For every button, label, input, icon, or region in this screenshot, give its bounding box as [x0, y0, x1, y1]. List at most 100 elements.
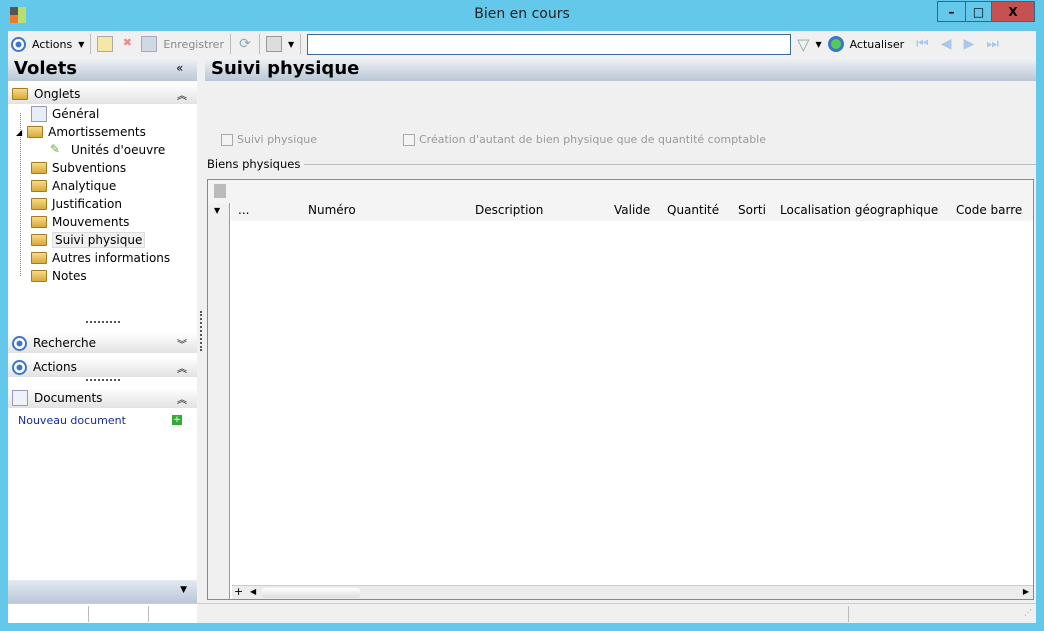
save-button[interactable]: Enregistrer: [163, 38, 224, 51]
group-label: Biens physiques: [207, 157, 305, 171]
add-document-icon[interactable]: +: [172, 415, 182, 425]
suivi-physique-checkbox[interactable]: Suivi physique: [221, 133, 317, 146]
splitter-handle[interactable]: [86, 321, 120, 323]
checkbox-label: Suivi physique: [237, 133, 318, 146]
folder-icon: [27, 126, 44, 138]
previous-record-icon[interactable]: ◀: [941, 36, 952, 52]
refresh-button[interactable]: Actualiser: [850, 38, 905, 51]
tree-item-mouvements[interactable]: Mouvements: [8, 213, 197, 231]
column-header[interactable]: Numéro: [308, 203, 356, 217]
splitter-handle[interactable]: [86, 379, 120, 381]
column-header[interactable]: Code barre: [956, 203, 1022, 217]
tree-item-subventions[interactable]: Subventions: [8, 159, 197, 177]
column-header[interactable]: Localisation géographique: [780, 203, 938, 217]
new-icon[interactable]: [97, 36, 114, 52]
folder-icon: [31, 180, 47, 192]
tree-item-analytique[interactable]: Analytique: [8, 177, 197, 195]
last-record-icon[interactable]: ⏭: [986, 36, 999, 52]
column-header[interactable]: Sorti: [738, 203, 766, 217]
scrollbar-thumb[interactable]: [262, 588, 360, 598]
search-section-icon: [12, 335, 27, 351]
checkbox-label: Création d'autant de bien physique que d…: [419, 133, 766, 146]
grid-header: ... Numéro Description Valide Quantité S…: [231, 203, 1033, 221]
horizontal-scrollbar[interactable]: + ◀ ▶: [232, 585, 1033, 599]
resize-grip-icon[interactable]: ⋰: [1024, 608, 1032, 617]
tree-item-notes[interactable]: Notes: [8, 267, 197, 285]
tree-label: Unités d'oeuvre: [71, 143, 166, 157]
tree-label: Suivi physique: [52, 232, 146, 248]
tree-label: Notes: [52, 269, 87, 283]
refresh-icon: [827, 36, 844, 52]
tree-item-suivi-physique[interactable]: Suivi physique: [8, 231, 197, 249]
minimize-button[interactable]: –: [937, 1, 966, 22]
tree-label: Général: [52, 107, 100, 121]
folder-icon: [31, 216, 47, 228]
new-document-link[interactable]: Nouveau document: [18, 414, 126, 427]
tree-label: Mouvements: [52, 215, 130, 229]
scroll-right-icon[interactable]: ▶: [1023, 587, 1029, 596]
search-header-label: Recherche: [33, 336, 97, 350]
folder-icon: [31, 198, 47, 210]
tree-item-autres[interactable]: Autres informations: [8, 249, 197, 267]
collapse-icon[interactable]: ︽: [177, 360, 187, 375]
panel-title: Volets: [8, 57, 197, 81]
column-chooser-icon[interactable]: ▼: [214, 206, 220, 215]
search-input[interactable]: [307, 33, 792, 55]
column-header[interactable]: Description: [475, 203, 543, 217]
actions-icon: [11, 36, 26, 52]
column-header[interactable]: Quantité: [667, 203, 719, 217]
panel-overflow-button[interactable]: ▼: [8, 580, 197, 603]
tools-icon: ✎: [50, 142, 61, 156]
actions-menu-button[interactable]: Actions: [32, 38, 72, 51]
next-record-icon[interactable]: ▶: [964, 36, 975, 52]
tree-item-unites[interactable]: ✎ Unités d'oeuvre: [8, 141, 197, 159]
expand-icon[interactable]: ◢: [16, 128, 22, 137]
folder-icon: [31, 252, 47, 264]
documents-header-label: Documents: [34, 391, 103, 405]
toolbar: Actions ▼ ✖ Enregistrer ⟳ ▼ ▽ ▼ Actualiser…: [8, 31, 1036, 57]
tree-item-general[interactable]: Général: [8, 105, 197, 123]
folder-icon: [12, 88, 28, 100]
filter-icon[interactable]: ▽: [797, 35, 809, 54]
folder-icon: [31, 270, 47, 282]
collapse-icon[interactable]: ︽: [177, 391, 187, 406]
main-panel: Suivi physique Suivi physique Création d…: [205, 57, 1036, 603]
actions-header-label: Actions: [33, 360, 77, 374]
tree-item-justification[interactable]: Justification: [8, 195, 197, 213]
delete-icon[interactable]: ✖: [119, 36, 135, 52]
title-bar: Bien en cours – □ X: [0, 0, 1044, 31]
tree-label: Autres informations: [52, 251, 171, 265]
expand-icon[interactable]: ︾: [177, 336, 187, 351]
status-bar: ⋰: [8, 603, 1036, 623]
tree-label: Analytique: [52, 179, 117, 193]
first-record-icon[interactable]: ⏮: [916, 36, 929, 52]
tree-label: Subventions: [52, 161, 127, 175]
collapse-panel-button[interactable]: «: [176, 61, 183, 75]
save-icon: [141, 36, 158, 52]
tree-item-amortissements[interactable]: ◢ Amortissements: [8, 123, 197, 141]
close-button[interactable]: X: [991, 1, 1035, 22]
search-section-header[interactable]: Recherche ︾: [8, 333, 197, 353]
column-header[interactable]: Valide: [614, 203, 650, 217]
actions-section-header[interactable]: Actions ︽: [8, 357, 197, 377]
scroll-left-icon[interactable]: ◀: [250, 587, 256, 596]
side-panel: Volets « Onglets ︽ Général ◢ Amortissement…: [8, 57, 197, 623]
add-row-button[interactable]: +: [234, 585, 243, 598]
sync-icon[interactable]: ⟳: [237, 36, 253, 52]
column-header[interactable]: ...: [238, 203, 249, 217]
folder-icon: [31, 162, 47, 174]
document-icon: [12, 390, 28, 406]
print-icon[interactable]: [265, 36, 282, 52]
window-title: Bien en cours: [474, 6, 570, 22]
collapse-icon[interactable]: ︽: [177, 87, 187, 102]
tabs-section-header[interactable]: Onglets ︽: [8, 84, 197, 104]
maximize-button[interactable]: □: [965, 1, 992, 22]
tree-label: Justification: [52, 197, 122, 211]
actions-section-icon: [12, 359, 27, 375]
page-icon: [31, 106, 47, 122]
creation-checkbox[interactable]: Création d'autant de bien physique que d…: [403, 133, 766, 146]
documents-section-header[interactable]: Documents ︽: [8, 388, 197, 408]
tree-label: Amortissements: [48, 125, 146, 139]
tabs-header-label: Onglets: [34, 87, 81, 101]
panel-splitter[interactable]: [200, 311, 202, 351]
